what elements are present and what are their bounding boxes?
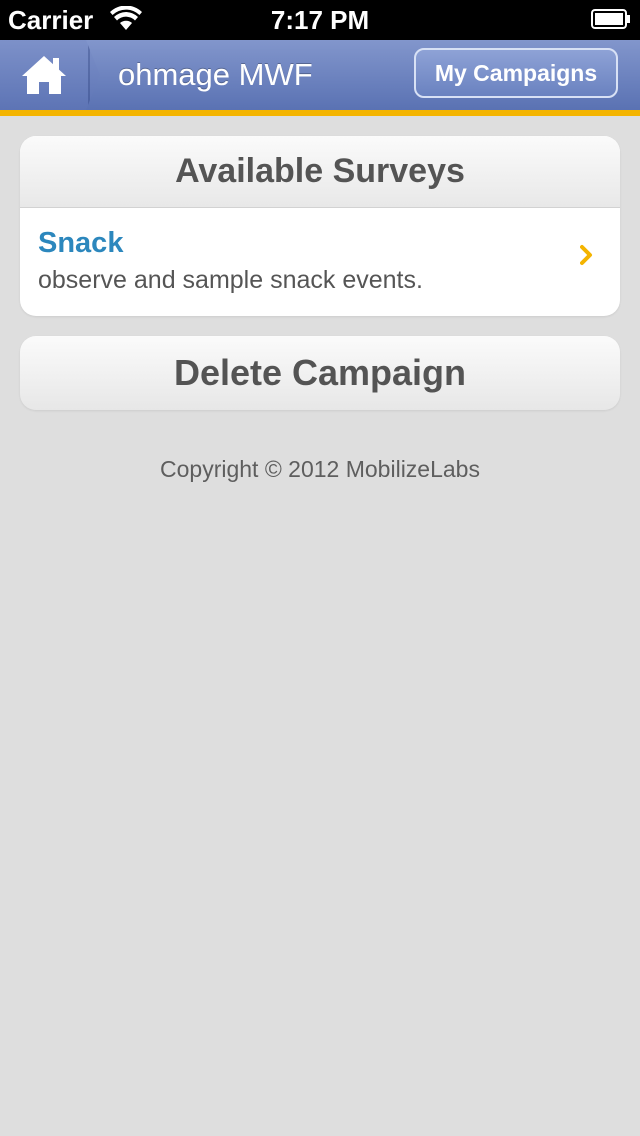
survey-row-snack[interactable]: Snack observe and sample snack events.	[20, 208, 620, 316]
nav-bar: ohmage MWF My Campaigns	[0, 40, 640, 116]
survey-description: observe and sample snack events.	[38, 266, 423, 294]
survey-name: Snack	[38, 227, 124, 259]
nav-title: ohmage MWF	[118, 57, 313, 92]
status-bar: Carrier 7:17 PM	[0, 0, 640, 40]
home-button[interactable]	[0, 40, 100, 110]
battery-icon	[591, 9, 630, 29]
clock: 7:17 PM	[270, 5, 370, 35]
home-icon	[22, 56, 66, 94]
chevron-right-icon	[580, 245, 592, 265]
available-surveys-card: Available Surveys Snack observe and samp…	[20, 136, 620, 316]
delete-campaign-button[interactable]: Delete Campaign	[20, 336, 620, 410]
available-surveys-header: Available Surveys	[20, 136, 620, 208]
my-campaigns-button[interactable]: My Campaigns	[414, 48, 618, 98]
copyright-text: Copyright © 2012 MobilizeLabs	[160, 456, 480, 482]
